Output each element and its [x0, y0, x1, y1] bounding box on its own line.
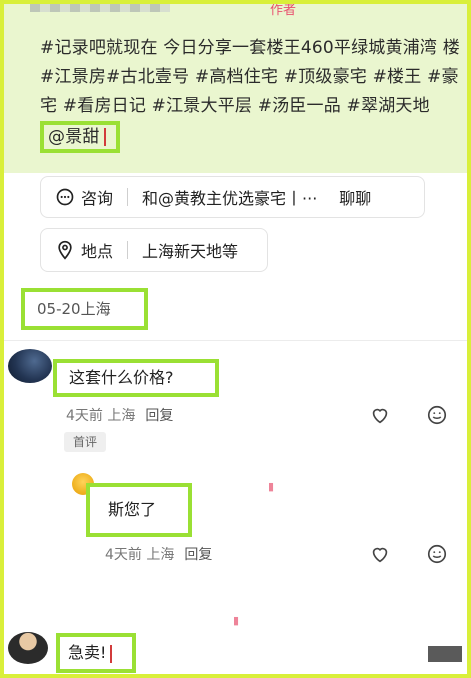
- chat-bubble-icon: [56, 188, 74, 206]
- comment-text: 这套什么价格?: [53, 359, 219, 397]
- heart-icon[interactable]: [369, 404, 391, 426]
- emoji-icon[interactable]: [426, 404, 448, 426]
- reply-button[interactable]: 回复: [145, 408, 173, 424]
- consult-chip[interactable]: 咨询 和@黄教主优选豪宅丨··· 聊聊: [40, 176, 425, 218]
- post-date: 05-20上海: [21, 288, 148, 330]
- comment-text: 急卖!: [56, 633, 136, 673]
- heart-icon[interactable]: [369, 543, 391, 565]
- comment-time: 4天前 上海: [105, 547, 175, 563]
- mention-text: @景甜: [48, 127, 100, 147]
- chat-action[interactable]: 聊聊: [339, 185, 371, 209]
- comment-meta: 4天前 上海 回复: [105, 544, 212, 564]
- location-value: 上海新天地等: [142, 242, 239, 261]
- author-tag: 作者: [270, 3, 297, 18]
- divider: [4, 340, 467, 341]
- post-caption: #记录吧就现在 今日分享一套楼王460平绿城黄浦湾 楼#江景房#古北壹号 #高档…: [40, 34, 460, 153]
- first-comment-badge: 首评: [64, 432, 106, 452]
- separator: [127, 188, 129, 206]
- comment-text-value: 急卖!: [68, 643, 107, 662]
- consult-label: 咨询: [81, 189, 114, 208]
- comment-meta: 4天前 上海 回复: [66, 405, 173, 425]
- watermark-icon: ▮: [233, 614, 240, 627]
- mention-link[interactable]: @景甜: [40, 121, 120, 153]
- comment-text: 斯您了: [86, 483, 192, 537]
- cursor-mark: [110, 644, 113, 663]
- post-caption-text: #记录吧就现在 今日分享一套楼王460平绿城黄浦湾 楼#江景房#古北壹号 #高档…: [40, 38, 460, 116]
- cursor-mark: [103, 128, 106, 146]
- avatar[interactable]: [8, 349, 52, 383]
- consult-text: 和@黄教主优选豪宅丨···: [142, 189, 318, 208]
- avatar[interactable]: [8, 632, 48, 664]
- location-chip[interactable]: 地点 上海新天地等: [40, 228, 268, 272]
- emoji-icon[interactable]: [426, 543, 448, 565]
- blurred-author-row: [30, 0, 170, 12]
- obscured-block: [428, 646, 462, 662]
- watermark-icon: ▮: [268, 480, 275, 493]
- comment-time: 4天前 上海: [66, 408, 136, 424]
- reply-button[interactable]: 回复: [184, 547, 212, 563]
- location-pin-icon: [58, 240, 72, 260]
- separator: [127, 241, 129, 259]
- location-label: 地点: [81, 242, 114, 261]
